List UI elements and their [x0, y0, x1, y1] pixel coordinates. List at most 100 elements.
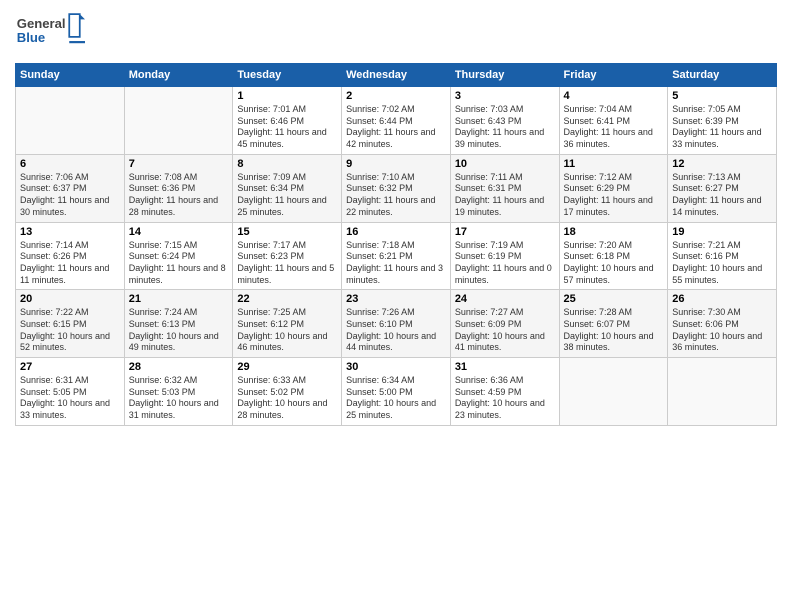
- day-info: Sunrise: 7:06 AMSunset: 6:37 PMDaylight:…: [20, 172, 120, 219]
- day-info: Sunrise: 7:11 AMSunset: 6:31 PMDaylight:…: [455, 172, 555, 219]
- day-info: Sunrise: 6:33 AMSunset: 5:02 PMDaylight:…: [237, 375, 337, 422]
- calendar-cell: 11 Sunrise: 7:12 AMSunset: 6:29 PMDayligh…: [559, 154, 668, 222]
- day-number: 6: [20, 158, 120, 170]
- page-header: General Blue: [15, 10, 777, 55]
- day-number: 2: [346, 90, 446, 102]
- calendar-cell: 6 Sunrise: 7:06 AMSunset: 6:37 PMDaylight…: [16, 154, 125, 222]
- day-info: Sunrise: 7:30 AMSunset: 6:06 PMDaylight:…: [672, 307, 772, 354]
- weekday-header-monday: Monday: [124, 64, 233, 87]
- day-number: 20: [20, 293, 120, 305]
- calendar-cell: 28 Sunrise: 6:32 AMSunset: 5:03 PMDayligh…: [124, 358, 233, 426]
- day-number: 18: [564, 226, 664, 238]
- day-info: Sunrise: 7:18 AMSunset: 6:21 PMDaylight:…: [346, 240, 446, 287]
- day-info: Sunrise: 7:22 AMSunset: 6:15 PMDaylight:…: [20, 307, 120, 354]
- calendar-cell: 13 Sunrise: 7:14 AMSunset: 6:26 PMDayligh…: [16, 222, 125, 290]
- calendar-week-5: 27 Sunrise: 6:31 AMSunset: 5:05 PMDayligh…: [16, 358, 777, 426]
- calendar-cell: 24 Sunrise: 7:27 AMSunset: 6:09 PMDayligh…: [450, 290, 559, 358]
- day-info: Sunrise: 7:02 AMSunset: 6:44 PMDaylight:…: [346, 104, 446, 151]
- weekday-header-saturday: Saturday: [668, 64, 777, 87]
- weekday-header-friday: Friday: [559, 64, 668, 87]
- day-info: Sunrise: 7:15 AMSunset: 6:24 PMDaylight:…: [129, 240, 229, 287]
- day-number: 4: [564, 90, 664, 102]
- logo: General Blue: [15, 10, 85, 55]
- calendar-cell: 21Sunrise: 7:24 AMSunset: 6:13 PMDayligh…: [124, 290, 233, 358]
- day-info: Sunrise: 7:28 AMSunset: 6:07 PMDaylight:…: [564, 307, 664, 354]
- calendar-cell: 14 Sunrise: 7:15 AMSunset: 6:24 PMDayligh…: [124, 222, 233, 290]
- calendar-cell: 12 Sunrise: 7:13 AMSunset: 6:27 PMDayligh…: [668, 154, 777, 222]
- calendar-cell: 2 Sunrise: 7:02 AMSunset: 6:44 PMDaylight…: [342, 87, 451, 155]
- day-number: 27: [20, 361, 120, 373]
- calendar-week-3: 13 Sunrise: 7:14 AMSunset: 6:26 PMDayligh…: [16, 222, 777, 290]
- day-info: Sunrise: 6:31 AMSunset: 5:05 PMDaylight:…: [20, 375, 120, 422]
- calendar-cell: 15 Sunrise: 7:17 AMSunset: 6:23 PMDayligh…: [233, 222, 342, 290]
- day-number: 15: [237, 226, 337, 238]
- weekday-header-wednesday: Wednesday: [342, 64, 451, 87]
- calendar-cell: 4 Sunrise: 7:04 AMSunset: 6:41 PMDaylight…: [559, 87, 668, 155]
- day-number: 3: [455, 90, 555, 102]
- day-number: 7: [129, 158, 229, 170]
- day-info: Sunrise: 7:10 AMSunset: 6:32 PMDaylight:…: [346, 172, 446, 219]
- calendar-cell: 18Sunrise: 7:20 AMSunset: 6:18 PMDayligh…: [559, 222, 668, 290]
- day-info: Sunrise: 7:09 AMSunset: 6:34 PMDaylight:…: [237, 172, 337, 219]
- day-number: 22: [237, 293, 337, 305]
- calendar-cell: 8 Sunrise: 7:09 AMSunset: 6:34 PMDaylight…: [233, 154, 342, 222]
- day-number: 14: [129, 226, 229, 238]
- day-number: 10: [455, 158, 555, 170]
- day-number: 16: [346, 226, 446, 238]
- calendar-cell: 19 Sunrise: 7:21 AMSunset: 6:16 PMDayligh…: [668, 222, 777, 290]
- weekday-header-sunday: Sunday: [16, 64, 125, 87]
- logo-svg: General Blue: [15, 10, 85, 55]
- day-info: Sunrise: 7:01 AMSunset: 6:46 PMDaylight:…: [237, 104, 337, 151]
- day-info: Sunrise: 7:14 AMSunset: 6:26 PMDaylight:…: [20, 240, 120, 287]
- calendar-cell: [668, 358, 777, 426]
- calendar-cell: 10 Sunrise: 7:11 AMSunset: 6:31 PMDayligh…: [450, 154, 559, 222]
- calendar-cell: 5Sunrise: 7:05 AMSunset: 6:39 PMDaylight…: [668, 87, 777, 155]
- day-info: Sunrise: 6:34 AMSunset: 5:00 PMDaylight:…: [346, 375, 446, 422]
- day-number: 28: [129, 361, 229, 373]
- day-number: 24: [455, 293, 555, 305]
- calendar-cell: 7Sunrise: 7:08 AMSunset: 6:36 PMDaylight…: [124, 154, 233, 222]
- day-info: Sunrise: 7:13 AMSunset: 6:27 PMDaylight:…: [672, 172, 772, 219]
- day-number: 23: [346, 293, 446, 305]
- day-info: Sunrise: 6:36 AMSunset: 4:59 PMDaylight:…: [455, 375, 555, 422]
- day-info: Sunrise: 7:19 AMSunset: 6:19 PMDaylight:…: [455, 240, 555, 287]
- calendar-header-row: SundayMondayTuesdayWednesdayThursdayFrid…: [16, 64, 777, 87]
- day-info: Sunrise: 7:26 AMSunset: 6:10 PMDaylight:…: [346, 307, 446, 354]
- calendar-cell: 17 Sunrise: 7:19 AMSunset: 6:19 PMDayligh…: [450, 222, 559, 290]
- calendar-cell: [559, 358, 668, 426]
- day-number: 9: [346, 158, 446, 170]
- day-info: Sunrise: 7:25 AMSunset: 6:12 PMDaylight:…: [237, 307, 337, 354]
- day-number: 29: [237, 361, 337, 373]
- day-number: 8: [237, 158, 337, 170]
- day-number: 17: [455, 226, 555, 238]
- day-number: 5: [672, 90, 772, 102]
- calendar-cell: 26 Sunrise: 7:30 AMSunset: 6:06 PMDayligh…: [668, 290, 777, 358]
- weekday-header-tuesday: Tuesday: [233, 64, 342, 87]
- calendar-cell: 27 Sunrise: 6:31 AMSunset: 5:05 PMDayligh…: [16, 358, 125, 426]
- day-number: 12: [672, 158, 772, 170]
- day-number: 19: [672, 226, 772, 238]
- day-info: Sunrise: 6:32 AMSunset: 5:03 PMDaylight:…: [129, 375, 229, 422]
- calendar-body: 1Sunrise: 7:01 AMSunset: 6:46 PMDaylight…: [16, 87, 777, 426]
- day-info: Sunrise: 7:21 AMSunset: 6:16 PMDaylight:…: [672, 240, 772, 287]
- day-info: Sunrise: 7:04 AMSunset: 6:41 PMDaylight:…: [564, 104, 664, 151]
- day-number: 13: [20, 226, 120, 238]
- day-number: 25: [564, 293, 664, 305]
- calendar-cell: 3Sunrise: 7:03 AMSunset: 6:43 PMDaylight…: [450, 87, 559, 155]
- day-number: 26: [672, 293, 772, 305]
- calendar-cell: [124, 87, 233, 155]
- day-info: Sunrise: 7:17 AMSunset: 6:23 PMDaylight:…: [237, 240, 337, 287]
- svg-text:Blue: Blue: [17, 30, 45, 45]
- calendar-cell: 9 Sunrise: 7:10 AMSunset: 6:32 PMDaylight…: [342, 154, 451, 222]
- calendar-cell: [16, 87, 125, 155]
- svg-text:General: General: [17, 16, 66, 31]
- calendar-cell: 29 Sunrise: 6:33 AMSunset: 5:02 PMDayligh…: [233, 358, 342, 426]
- calendar-cell: 20 Sunrise: 7:22 AMSunset: 6:15 PMDayligh…: [16, 290, 125, 358]
- day-number: 11: [564, 158, 664, 170]
- day-number: 30: [346, 361, 446, 373]
- day-info: Sunrise: 7:27 AMSunset: 6:09 PMDaylight:…: [455, 307, 555, 354]
- calendar-cell: 1Sunrise: 7:01 AMSunset: 6:46 PMDaylight…: [233, 87, 342, 155]
- calendar-table: SundayMondayTuesdayWednesdayThursdayFrid…: [15, 63, 777, 426]
- day-info: Sunrise: 7:12 AMSunset: 6:29 PMDaylight:…: [564, 172, 664, 219]
- day-number: 21: [129, 293, 229, 305]
